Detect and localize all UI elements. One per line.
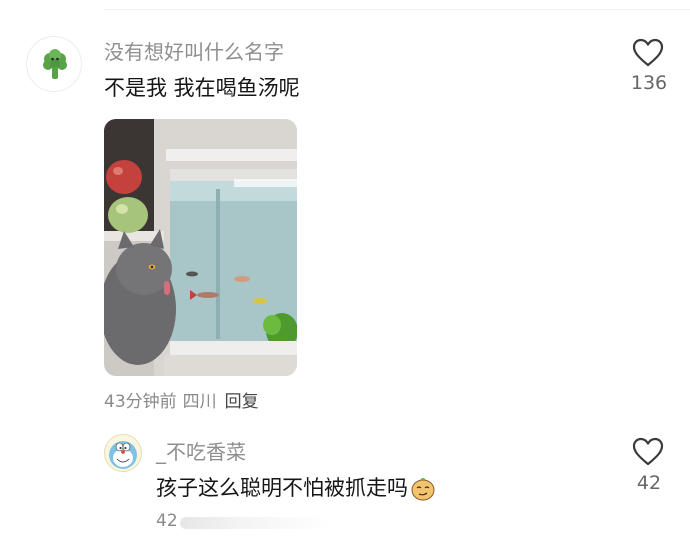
cat-fish-tank-photo	[104, 119, 297, 376]
comment-text: 不是我 我在喝鱼汤呢	[104, 76, 300, 100]
like-count: 42	[636, 472, 662, 494]
like-count: 136	[630, 72, 668, 94]
comment-time: 43分钟前	[104, 392, 177, 412]
blurred-meta	[180, 517, 330, 529]
divider	[104, 9, 690, 10]
comment-location: 四川	[182, 392, 217, 412]
broccoli-icon	[43, 49, 67, 79]
comment-meta: 43分钟前 四川 回复	[104, 387, 259, 412]
comment-text-content: 孩子这么聪明不怕被抓走吗	[156, 476, 408, 500]
heart-icon	[632, 437, 664, 466]
comment-time: 42	[156, 511, 178, 531]
doraemon-avatar-icon	[109, 441, 137, 469]
heart-icon	[632, 38, 664, 67]
avatar[interactable]	[26, 36, 82, 92]
comment-text: 孩子这么聪明不怕被抓走吗	[156, 472, 436, 506]
like-button[interactable]	[632, 38, 666, 72]
smirk-emoji-icon	[410, 475, 436, 506]
avatar[interactable]	[104, 434, 142, 472]
comment-username[interactable]: 没有想好叫什么名字	[104, 36, 284, 65]
like-button[interactable]	[632, 437, 666, 471]
comment-username[interactable]: _不吃香菜	[156, 436, 246, 465]
comment-image[interactable]	[104, 119, 297, 376]
reply-button[interactable]: 回复	[225, 392, 259, 412]
